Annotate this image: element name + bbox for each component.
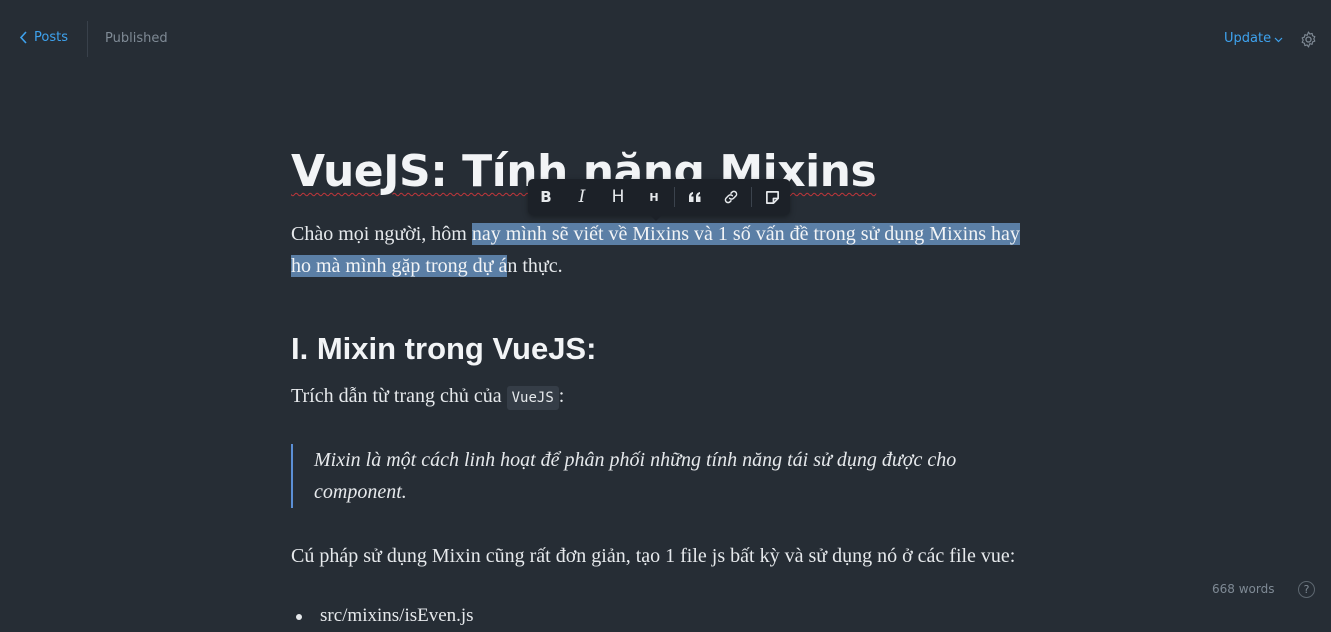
bold-button[interactable]: B bbox=[528, 179, 564, 215]
update-button-label: Update bbox=[1224, 31, 1272, 46]
formatting-toolbar: B I H H bbox=[528, 179, 790, 221]
intro-text-start: Chào mọi người, hôm bbox=[291, 223, 472, 245]
back-link-label: Posts bbox=[34, 30, 68, 45]
gear-icon bbox=[1301, 31, 1316, 48]
link-button[interactable] bbox=[713, 179, 749, 215]
word-count: 668 words bbox=[1212, 582, 1275, 596]
quote-button[interactable] bbox=[677, 179, 713, 215]
post-status: Published bbox=[105, 31, 168, 46]
bullet-list[interactable]: src/mixins/isEven.js bbox=[291, 600, 474, 632]
chevron-down-icon bbox=[1274, 37, 1283, 42]
link-icon bbox=[724, 190, 738, 204]
intro-text-end: n thực. bbox=[507, 255, 563, 277]
heading-large-button[interactable]: H bbox=[600, 179, 636, 215]
back-to-posts-link[interactable]: Posts bbox=[19, 30, 68, 45]
inline-code: VueJS bbox=[506, 386, 559, 410]
settings-button[interactable] bbox=[1299, 30, 1318, 49]
snippet-icon bbox=[765, 190, 779, 204]
intro-paragraph[interactable]: Chào mọi người, hôm nay mình sẽ viết về … bbox=[291, 218, 1041, 282]
help-icon: ? bbox=[1303, 583, 1310, 596]
bold-icon: B bbox=[540, 188, 552, 206]
editor-header: Posts Published Update bbox=[0, 0, 1331, 78]
quote-intro-suffix: : bbox=[558, 385, 565, 407]
italic-button[interactable]: I bbox=[564, 179, 600, 215]
snippet-button[interactable] bbox=[754, 179, 790, 215]
heading-small-button[interactable]: H bbox=[636, 179, 672, 215]
list-item[interactable]: src/mixins/isEven.js bbox=[291, 600, 474, 632]
header-divider bbox=[87, 21, 88, 57]
toolbar-divider bbox=[751, 187, 752, 207]
quote-intro-paragraph[interactable]: Trích dẫn từ trang chủ của VueJS: bbox=[291, 380, 1041, 414]
heading-large-icon: H bbox=[611, 187, 625, 207]
quote-icon bbox=[689, 192, 701, 202]
chevron-left-icon bbox=[19, 31, 27, 44]
update-button[interactable]: Update bbox=[1224, 31, 1283, 46]
section-heading[interactable]: I. Mixin trong VueJS: bbox=[291, 331, 596, 367]
quote-intro-text: Trích dẫn từ trang chủ của bbox=[291, 385, 507, 407]
blockquote[interactable]: Mixin là một cách linh hoạt để phân phối… bbox=[291, 444, 1034, 508]
help-button[interactable]: ? bbox=[1298, 581, 1315, 598]
italic-icon: I bbox=[578, 187, 586, 207]
syntax-paragraph[interactable]: Cú pháp sử dụng Mixin cũng rất đơn giản,… bbox=[291, 540, 1041, 572]
toolbar-divider bbox=[674, 187, 675, 207]
heading-small-icon: H bbox=[649, 190, 659, 204]
